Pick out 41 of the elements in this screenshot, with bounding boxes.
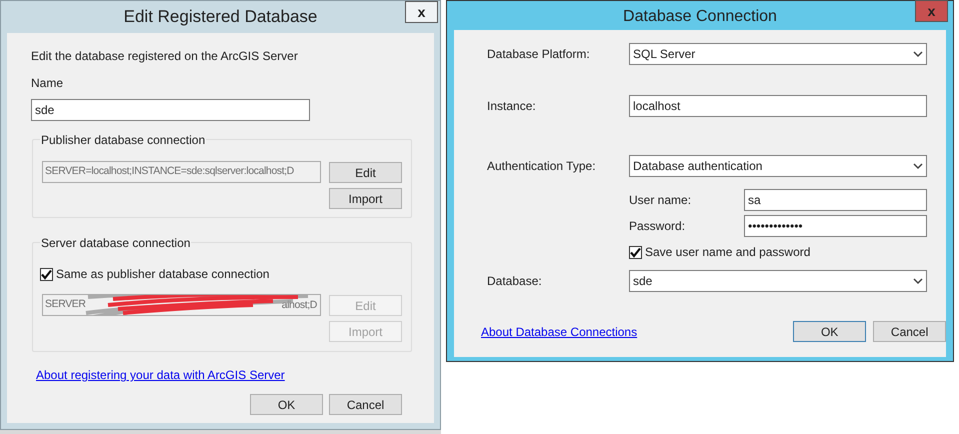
dropdown[interactable]: sde	[629, 270, 927, 292]
dropdown-caret-icon	[913, 162, 923, 170]
checkbox[interactable]	[40, 268, 53, 280]
field-label: Database Platform:	[487, 46, 591, 63]
window-title: Database Connection	[623, 6, 777, 26]
input-field[interactable]: localhost	[629, 95, 927, 117]
dropdown-caret-icon	[913, 277, 923, 285]
dialog-description: Edit the database registered on the ArcGIS Server	[31, 48, 298, 65]
field-text: alhost;D	[282, 298, 317, 313]
help-link[interactable]: About Database Connections	[481, 323, 638, 341]
dropdown-caret-icon	[913, 50, 923, 58]
input-field[interactable]: •••••••••••••	[744, 215, 927, 237]
checkbox[interactable]	[629, 246, 642, 258]
input-field[interactable]: sa	[744, 189, 927, 211]
field-text: SERVER	[45, 297, 86, 312]
select-value: sde	[633, 273, 652, 290]
dialog-button[interactable]: Edit	[329, 162, 402, 183]
field-label: Authentication Type:	[487, 158, 597, 175]
help-link[interactable]: About registering your data with ArcGIS Server	[36, 366, 285, 384]
field-label: Password:	[629, 218, 686, 235]
checkbox-label: Same as publisher database connection	[56, 266, 270, 283]
select-value: SQL Server	[633, 46, 696, 63]
field-label: User name:	[629, 192, 692, 209]
window-title: Edit Registered Database	[124, 6, 318, 28]
connection-field[interactable]: SERVER alhost;D	[42, 294, 321, 316]
close-button[interactable]: x	[915, 0, 948, 22]
select-value: Database authentication	[633, 158, 762, 175]
dialog-button[interactable]: Cancel	[873, 321, 946, 342]
dialog-button[interactable]: Import	[329, 188, 402, 209]
dialog-button[interactable]: OK	[250, 394, 323, 415]
field-label: Name	[31, 75, 64, 92]
dropdown[interactable]: SQL Server	[629, 43, 927, 65]
dialog-button[interactable]: Cancel	[329, 394, 402, 415]
name-field[interactable]: sde	[31, 99, 310, 121]
connection-field[interactable]: SERVER=localhost;INSTANCE=sde:sqlserver:localhost;D	[42, 161, 321, 183]
field-label: Database:	[487, 273, 543, 290]
dropdown[interactable]: Database authentication	[629, 155, 927, 177]
dialog-button[interactable]: OK	[793, 321, 866, 342]
close-button[interactable]: x	[405, 1, 438, 23]
checkbox-label: Save user name and password	[645, 244, 810, 261]
field-label: Instance:	[487, 98, 537, 115]
